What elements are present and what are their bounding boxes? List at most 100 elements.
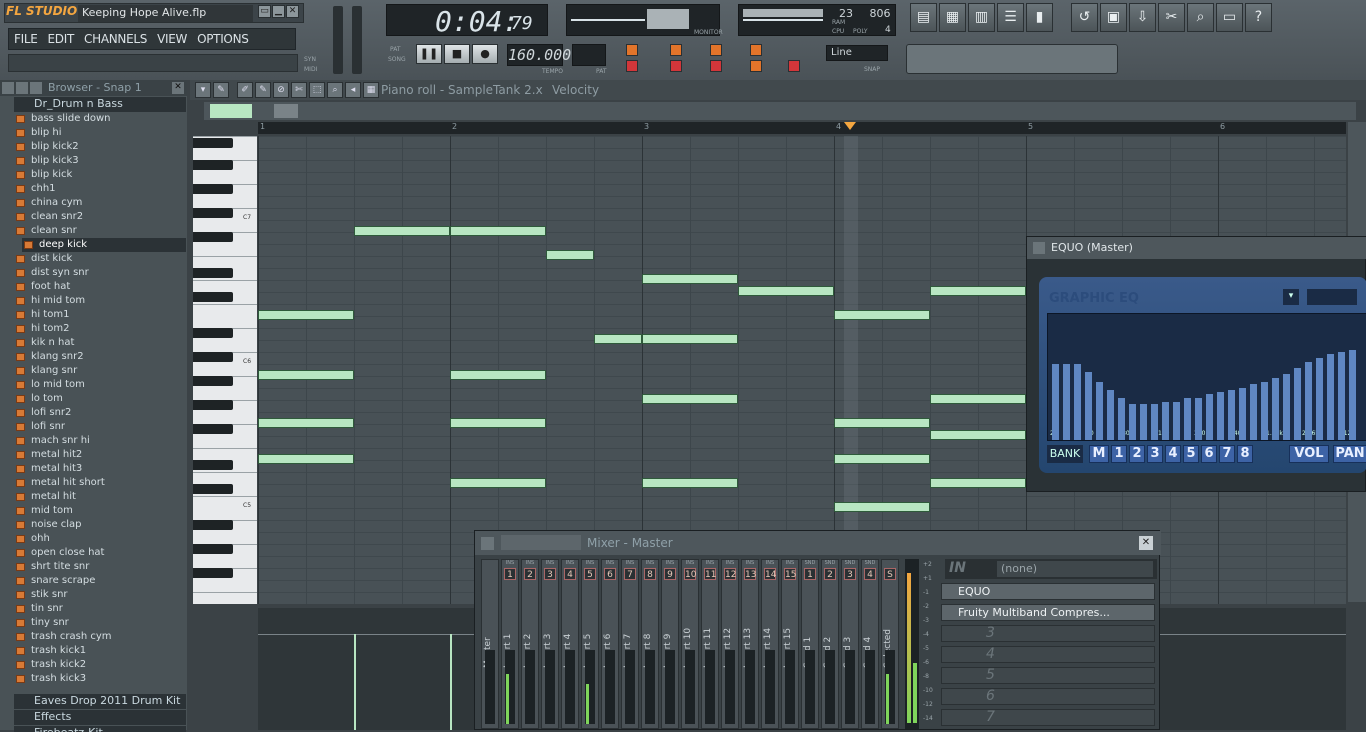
- browser-folder[interactable]: Eaves Drop 2011 Drum Kit: [14, 694, 186, 709]
- playhead-marker[interactable]: [844, 122, 856, 130]
- mixer-icon[interactable]: ▮: [1026, 3, 1053, 32]
- browser-item[interactable]: trash kick1: [14, 644, 186, 658]
- eq-band-slider[interactable]: [1096, 382, 1103, 440]
- black-key[interactable]: [193, 400, 233, 410]
- black-key[interactable]: [193, 352, 233, 362]
- paint-icon[interactable]: ✎: [255, 82, 271, 98]
- note[interactable]: [258, 310, 354, 320]
- menu-channels[interactable]: CHANNELS: [79, 29, 152, 49]
- time-display[interactable]: 0:04: 79: [386, 4, 548, 38]
- eq-band-slider[interactable]: [1272, 378, 1279, 440]
- browser-item[interactable]: hi tom2: [14, 322, 186, 336]
- mixer-strip[interactable]: SND1Send 1: [801, 559, 819, 729]
- eq-curve-buttons[interactable]: [1307, 289, 1357, 305]
- vol-button[interactable]: VOL: [1289, 445, 1329, 463]
- fx-slot[interactable]: 5: [941, 667, 1155, 684]
- mixer-strip[interactable]: INS2Insert 2: [521, 559, 539, 729]
- export-icon[interactable]: ⇩: [1129, 3, 1156, 32]
- browser-item[interactable]: noise clap: [14, 518, 186, 532]
- note[interactable]: [258, 454, 354, 464]
- note[interactable]: [930, 478, 1026, 488]
- black-key[interactable]: [193, 544, 233, 554]
- mixer-strip[interactable]: INS3Insert 3: [541, 559, 559, 729]
- eq-band-slider[interactable]: [1294, 368, 1301, 440]
- mixer-strip[interactable]: SND2Send 2: [821, 559, 839, 729]
- black-key[interactable]: [193, 292, 233, 302]
- mixer-strip[interactable]: INS 15 Insert 15: [781, 559, 799, 729]
- black-key[interactable]: [193, 328, 233, 338]
- grid-icon[interactable]: ▦: [363, 82, 379, 98]
- help-icon[interactable]: ?: [1245, 3, 1272, 32]
- note[interactable]: [834, 418, 930, 428]
- browser-item[interactable]: mid tom: [14, 504, 186, 518]
- browser-item[interactable]: ohh: [14, 532, 186, 546]
- browser-item[interactable]: tin snr: [14, 602, 186, 616]
- note[interactable]: [834, 310, 930, 320]
- horizontal-scrollbar[interactable]: [204, 102, 1356, 120]
- browser-item[interactable]: chh1: [14, 182, 186, 196]
- browser-item[interactable]: stik snr: [14, 588, 186, 602]
- black-key[interactable]: [193, 376, 233, 386]
- browser-item[interactable]: klang snr: [14, 364, 186, 378]
- record-button[interactable]: ●: [472, 44, 498, 64]
- browser-item[interactable]: trash crash cym: [14, 630, 186, 644]
- note[interactable]: [642, 394, 738, 404]
- browser-item[interactable]: trash kick3: [14, 672, 186, 686]
- browser-item[interactable]: hi tom1: [14, 308, 186, 322]
- browser-item[interactable]: hi mid tom: [14, 294, 186, 308]
- note[interactable]: [642, 274, 738, 284]
- eq-band-slider[interactable]: [1217, 392, 1224, 440]
- eq-band-slider[interactable]: [1228, 390, 1235, 440]
- note[interactable]: [546, 250, 594, 260]
- browser-item[interactable]: dist syn snr: [14, 266, 186, 280]
- wrench-icon[interactable]: ✎: [213, 82, 229, 98]
- browser-item[interactable]: kik n hat: [14, 336, 186, 350]
- bank-button[interactable]: 8: [1237, 445, 1253, 463]
- input-select[interactable]: (none): [997, 561, 1153, 577]
- browser-back-icon[interactable]: [30, 82, 42, 94]
- black-key[interactable]: [193, 520, 233, 530]
- eq-band-display[interactable]: 2040801603206401.28k2.56k5.12k: [1047, 313, 1366, 441]
- note[interactable]: [450, 478, 546, 488]
- tempo-display[interactable]: 160.000: [507, 44, 571, 66]
- speaker-icon[interactable]: ◂: [345, 82, 361, 98]
- mixer-zoom-slider[interactable]: [501, 535, 581, 550]
- browser-item[interactable]: blip kick: [14, 168, 186, 182]
- search-icon[interactable]: ⌕: [1187, 3, 1214, 32]
- mixer-strip[interactable]: INS 14 Insert 14: [761, 559, 779, 729]
- note[interactable]: [834, 454, 930, 464]
- browser-menu-icon[interactable]: [2, 82, 14, 94]
- eq-band-slider[interactable]: [1327, 354, 1334, 440]
- eq-band-slider[interactable]: [1305, 362, 1312, 440]
- delete-icon[interactable]: ⊘: [273, 82, 289, 98]
- eq-band-slider[interactable]: [1173, 402, 1180, 440]
- note[interactable]: [834, 502, 930, 512]
- black-key[interactable]: [193, 208, 233, 218]
- eq-band-slider[interactable]: [1052, 364, 1059, 440]
- bank-button[interactable]: 5: [1183, 445, 1199, 463]
- stop-button[interactable]: ■: [444, 44, 470, 64]
- black-key[interactable]: [193, 484, 233, 494]
- browser-item[interactable]: foot hat: [14, 280, 186, 294]
- bank-m-button[interactable]: M: [1089, 445, 1109, 463]
- browser-item[interactable]: lofi snr: [14, 420, 186, 434]
- time-ruler[interactable]: 1 2 3 4 5 6: [258, 122, 1346, 134]
- note[interactable]: [930, 394, 1026, 404]
- equo-menu-icon[interactable]: [1033, 242, 1045, 254]
- browser-folder[interactable]: Firebeatz-Kit: [14, 726, 186, 732]
- browser-item[interactable]: metal hit3: [14, 462, 186, 476]
- mixer-strip[interactable]: INS 12 Insert 12: [721, 559, 739, 729]
- browser-folder-open[interactable]: Dr_Drum n Bass: [14, 97, 186, 112]
- snap-select[interactable]: Line: [826, 45, 888, 61]
- browser-item[interactable]: metal hit2: [14, 448, 186, 462]
- minimize-icon[interactable]: ▁: [272, 5, 285, 18]
- browser-item[interactable]: klang snr2: [14, 350, 186, 364]
- eq-preset-dropdown[interactable]: ▾: [1283, 289, 1299, 305]
- note[interactable]: [594, 334, 642, 344]
- browser-item[interactable]: snare scrape: [14, 574, 186, 588]
- eq-band-slider[interactable]: [1338, 352, 1345, 440]
- mixer-strip[interactable]: INS 11 Insert 11: [701, 559, 719, 729]
- bank-button[interactable]: 3: [1147, 445, 1163, 463]
- eq-band-slider[interactable]: [1316, 358, 1323, 440]
- menu-file[interactable]: FILE: [9, 29, 43, 49]
